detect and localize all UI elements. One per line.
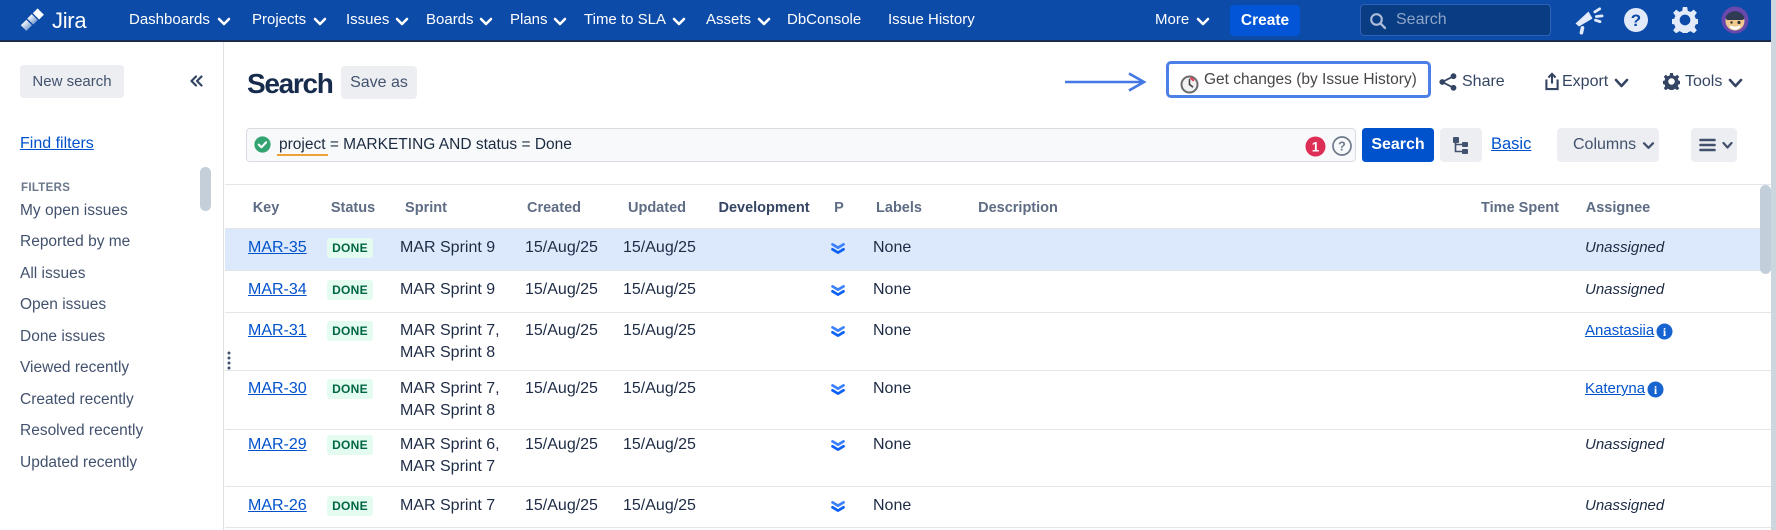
svg-text:1: 1 bbox=[1312, 139, 1320, 154]
svg-text:?: ? bbox=[1338, 140, 1346, 154]
svg-text:Jira: Jira bbox=[52, 8, 87, 33]
svg-text:?: ? bbox=[1631, 11, 1641, 30]
